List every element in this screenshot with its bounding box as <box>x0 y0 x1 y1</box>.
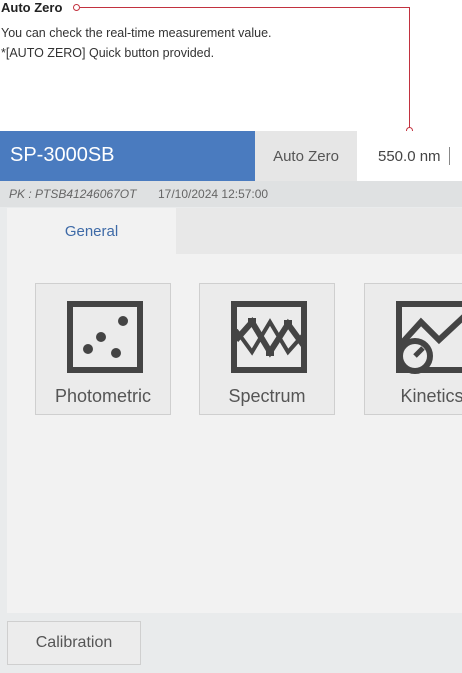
annotation-leader-vertical <box>409 7 410 129</box>
wavelength-display[interactable]: 550.0 nm <box>357 131 462 181</box>
tab-general[interactable]: General <box>7 208 176 254</box>
annotation-leader-horizontal <box>80 7 410 8</box>
photometric-button[interactable]: Photometric <box>35 283 171 415</box>
auto-zero-button[interactable]: Auto Zero <box>255 131 357 181</box>
kinetics-button[interactable]: Kinetics <box>364 283 462 415</box>
spectrum-label: Spectrum <box>228 386 306 406</box>
footer-bar: Calibration <box>0 613 462 673</box>
annotation-text-line1: You can check the real-time measurement … <box>1 26 272 40</box>
tab-strip: General <box>7 208 462 254</box>
calibration-button[interactable]: Calibration <box>7 621 141 665</box>
title-bar: SP-3000SB Auto Zero 550.0 nm <box>0 131 462 181</box>
app-title: SP-3000SB <box>10 144 115 166</box>
pk-label: PK : PTSB41246067OT <box>9 187 137 201</box>
app-window: SP-3000SB Auto Zero 550.0 nm PK : PTSB41… <box>0 131 462 673</box>
datetime-label: 17/10/2024 12:57:00 <box>158 187 269 201</box>
annotation-text-line2: *[AUTO ZERO] Quick button provided. <box>1 46 215 60</box>
photometric-label: Photometric <box>54 386 152 406</box>
dice-icon <box>67 301 143 373</box>
wavelength-separator <box>448 147 450 165</box>
kinetics-label: Kinetics <box>400 386 462 406</box>
wavelength-value: 550.0 nm <box>378 147 441 165</box>
spectrum-button[interactable]: Spectrum <box>199 283 335 415</box>
main-panel: General Photometric Spectrum Kinetics <box>7 208 462 613</box>
annotation-dot <box>73 4 80 11</box>
annotation-title: Auto Zero <box>1 0 63 15</box>
kinetics-icon <box>396 301 462 374</box>
info-bar: PK : PTSB41246067OT 17/10/2024 12:57:00 <box>0 181 462 207</box>
spectrum-icon <box>231 301 307 373</box>
